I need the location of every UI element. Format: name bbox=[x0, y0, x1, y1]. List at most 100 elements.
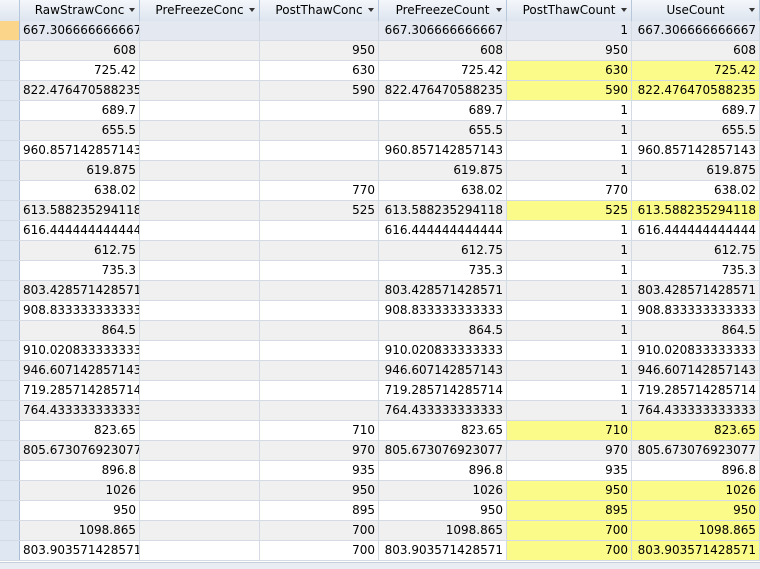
table-row[interactable]: 616.444444444444 616.444444444444 1 616.444… bbox=[0, 221, 760, 241]
table-cell[interactable]: 803.428571428571 bbox=[379, 281, 507, 300]
record-selector[interactable] bbox=[0, 21, 20, 40]
table-cell[interactable]: 950 bbox=[379, 501, 507, 520]
record-selector[interactable] bbox=[0, 181, 20, 200]
column-header-usecount[interactable]: UseCount bbox=[632, 0, 760, 21]
table-cell[interactable]: 946.607142857143 bbox=[379, 361, 507, 380]
record-selector[interactable] bbox=[0, 241, 20, 260]
table-cell[interactable]: 613.588235294118 bbox=[379, 201, 507, 220]
table-cell[interactable]: 700 bbox=[260, 541, 379, 560]
record-selector[interactable] bbox=[0, 121, 20, 140]
table-cell[interactable]: 619.875 bbox=[20, 161, 140, 180]
table-cell[interactable]: 896.8 bbox=[20, 461, 140, 480]
table-cell[interactable] bbox=[260, 301, 379, 320]
table-cell[interactable]: 608 bbox=[632, 41, 760, 60]
table-cell[interactable] bbox=[260, 281, 379, 300]
table-cell[interactable]: 803.428571428571 bbox=[632, 281, 760, 300]
record-selector[interactable] bbox=[0, 221, 20, 240]
table-cell[interactable]: 950 bbox=[632, 501, 760, 520]
table-cell[interactable]: 896.8 bbox=[632, 461, 760, 480]
table-cell[interactable]: 608 bbox=[379, 41, 507, 60]
table-cell[interactable]: 910.020833333333 bbox=[632, 341, 760, 360]
table-cell[interactable]: 960.857142857143 bbox=[20, 141, 140, 160]
table-cell[interactable]: 946.607142857143 bbox=[632, 361, 760, 380]
record-selector[interactable] bbox=[0, 41, 20, 60]
table-cell[interactable]: 805.673076923077 bbox=[379, 441, 507, 460]
record-selector[interactable] bbox=[0, 481, 20, 500]
table-cell[interactable]: 619.875 bbox=[379, 161, 507, 180]
table-cell[interactable]: 864.5 bbox=[632, 321, 760, 340]
table-row[interactable]: 950 895 950 895 950 bbox=[0, 501, 760, 521]
table-cell[interactable]: 735.3 bbox=[20, 261, 140, 280]
table-cell[interactable]: 764.433333333333 bbox=[379, 401, 507, 420]
table-cell[interactable]: 1 bbox=[507, 361, 632, 380]
record-selector[interactable] bbox=[0, 541, 20, 560]
table-cell[interactable]: 805.673076923077 bbox=[632, 441, 760, 460]
table-cell[interactable]: 1 bbox=[507, 241, 632, 260]
table-row[interactable]: 910.020833333333 910.020833333333 1 910.020… bbox=[0, 341, 760, 361]
table-cell[interactable] bbox=[140, 161, 260, 180]
table-row[interactable]: 823.65 710 823.65 710 823.65 bbox=[0, 421, 760, 441]
table-cell[interactable]: 1 bbox=[507, 341, 632, 360]
table-cell[interactable]: 1 bbox=[507, 381, 632, 400]
table-cell[interactable] bbox=[140, 461, 260, 480]
table-row[interactable]: 1098.865 700 1098.865 700 1098.865 bbox=[0, 521, 760, 541]
table-cell[interactable]: 950 bbox=[507, 481, 632, 500]
record-selector[interactable] bbox=[0, 381, 20, 400]
table-cell[interactable]: 638.02 bbox=[632, 181, 760, 200]
table-row[interactable]: 735.3 735.3 1 735.3 bbox=[0, 261, 760, 281]
table-cell[interactable]: 1 bbox=[507, 141, 632, 160]
table-row[interactable]: 803.428571428571 803.428571428571 1 803.428… bbox=[0, 281, 760, 301]
record-selector[interactable] bbox=[0, 401, 20, 420]
record-selector[interactable] bbox=[0, 321, 20, 340]
chevron-down-icon[interactable] bbox=[621, 8, 627, 12]
table-cell[interactable]: 725.42 bbox=[379, 61, 507, 80]
table-row[interactable]: 613.588235294118 525 613.588235294118 525 61… bbox=[0, 201, 760, 221]
table-cell[interactable]: 735.3 bbox=[632, 261, 760, 280]
table-cell[interactable] bbox=[140, 141, 260, 160]
table-row[interactable]: 946.607142857143 946.607142857143 1 946.607… bbox=[0, 361, 760, 381]
table-cell[interactable]: 655.5 bbox=[632, 121, 760, 140]
record-selector[interactable] bbox=[0, 101, 20, 120]
table-cell[interactable]: 908.833333333333 bbox=[20, 301, 140, 320]
table-cell[interactable]: 1 bbox=[507, 221, 632, 240]
table-cell[interactable]: 700 bbox=[507, 521, 632, 540]
record-selector[interactable] bbox=[0, 261, 20, 280]
table-cell[interactable]: 1 bbox=[507, 281, 632, 300]
table-row[interactable]: 1026 950 1026 950 1026 bbox=[0, 481, 760, 501]
table-cell[interactable]: 822.476470588235 bbox=[20, 81, 140, 100]
table-cell[interactable]: 655.5 bbox=[379, 121, 507, 140]
table-row[interactable]: 619.875 619.875 1 619.875 bbox=[0, 161, 760, 181]
table-cell[interactable]: 1026 bbox=[20, 481, 140, 500]
record-selector[interactable] bbox=[0, 201, 20, 220]
table-cell[interactable]: 638.02 bbox=[379, 181, 507, 200]
table-row[interactable]: 608 950 608 950 608 bbox=[0, 41, 760, 61]
table-cell[interactable]: 764.433333333333 bbox=[20, 401, 140, 420]
table-cell[interactable] bbox=[140, 441, 260, 460]
table-cell[interactable]: 616.444444444444 bbox=[20, 221, 140, 240]
table-cell[interactable] bbox=[140, 481, 260, 500]
table-cell[interactable]: 710 bbox=[507, 421, 632, 440]
table-cell[interactable]: 1 bbox=[507, 161, 632, 180]
table-cell[interactable] bbox=[260, 261, 379, 280]
table-cell[interactable]: 896.8 bbox=[379, 461, 507, 480]
table-cell[interactable] bbox=[140, 61, 260, 80]
table-cell[interactable]: 719.285714285714 bbox=[20, 381, 140, 400]
table-cell[interactable]: 910.020833333333 bbox=[379, 341, 507, 360]
table-cell[interactable]: 935 bbox=[507, 461, 632, 480]
table-cell[interactable] bbox=[260, 321, 379, 340]
table-cell[interactable]: 630 bbox=[260, 61, 379, 80]
table-cell[interactable]: 1026 bbox=[632, 481, 760, 500]
table-cell[interactable] bbox=[260, 121, 379, 140]
table-cell[interactable]: 960.857142857143 bbox=[379, 141, 507, 160]
table-cell[interactable] bbox=[260, 101, 379, 120]
table-cell[interactable] bbox=[140, 261, 260, 280]
table-cell[interactable]: 710 bbox=[260, 421, 379, 440]
table-cell[interactable]: 908.833333333333 bbox=[379, 301, 507, 320]
record-selector[interactable] bbox=[0, 521, 20, 540]
table-cell[interactable]: 822.476470588235 bbox=[379, 81, 507, 100]
table-cell[interactable]: 638.02 bbox=[20, 181, 140, 200]
table-cell[interactable]: 1098.865 bbox=[632, 521, 760, 540]
table-cell[interactable]: 970 bbox=[260, 441, 379, 460]
table-cell[interactable] bbox=[140, 421, 260, 440]
table-cell[interactable] bbox=[140, 301, 260, 320]
